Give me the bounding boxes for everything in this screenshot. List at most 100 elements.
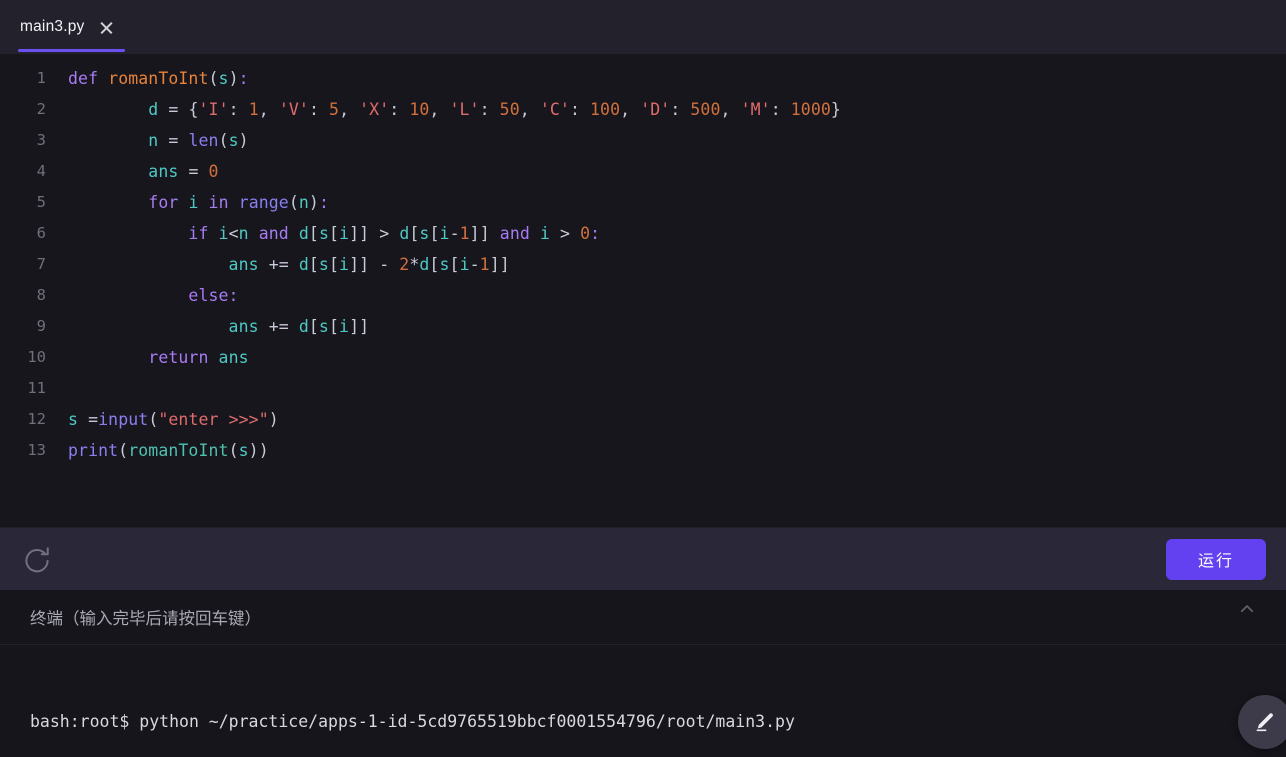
terminal-output[interactable]: bash:root$ python ~/practice/apps-1-id-5…	[0, 645, 1286, 757]
line-number: 6	[36, 224, 46, 242]
code-line-text: if i<n and d[s[i]] > d[s[i-1]] and i > 0…	[46, 218, 600, 249]
code-token: ))	[248, 441, 269, 460]
code-token: d	[298, 255, 309, 274]
code-line[interactable]: 6 if i<n and d[s[i]] > d[s[i-1]] and i >…	[0, 218, 1286, 249]
code-line[interactable]: 4 ans = 0	[0, 156, 1286, 187]
code-token: +=	[268, 255, 289, 274]
code-line[interactable]: 13 print(romanToInt(s))	[0, 435, 1286, 466]
code-token: s	[238, 441, 249, 460]
code-token: s	[228, 131, 239, 150]
code-token: [	[449, 255, 460, 274]
code-line-text: n = len(s)	[46, 125, 249, 156]
code-token: :	[479, 100, 500, 119]
code-line[interactable]: 2 d = {'I': 1, 'V': 5, 'X': 10, 'L': 50,…	[0, 94, 1286, 125]
code-token: :	[670, 100, 691, 119]
code-line[interactable]: 12 s =input("enter >>>")	[0, 404, 1286, 435]
code-token: 2	[399, 255, 410, 274]
code-line[interactable]: 5 for i in range(n):	[0, 187, 1286, 218]
code-token: ,	[720, 100, 741, 119]
code-line[interactable]: 10 return ans	[0, 342, 1286, 373]
code-token: 0	[208, 162, 219, 181]
line-number: 4	[36, 162, 46, 180]
code-token: s	[318, 224, 330, 243]
code-token: 500	[690, 100, 721, 119]
code-token: 1	[459, 224, 470, 243]
code-token: }	[830, 100, 841, 119]
code-token: [	[308, 224, 319, 243]
code-token: 'M'	[740, 100, 771, 119]
code-line-text: ans += d[s[i]]	[46, 311, 369, 342]
code-line[interactable]: 7 ans += d[s[i]] - 2*d[s[i-1]]	[0, 249, 1286, 280]
code-token: range	[238, 193, 289, 212]
run-toolbar: 运行	[0, 527, 1286, 590]
code-token: *	[409, 255, 420, 274]
code-token: ,	[339, 100, 360, 119]
pencil-icon[interactable]	[1238, 695, 1286, 749]
code-token: )	[238, 131, 249, 150]
code-token: and	[258, 224, 289, 243]
code-token: s	[318, 255, 329, 274]
code-token: ans	[228, 317, 259, 336]
code-token: def	[68, 69, 99, 88]
code-line-text: ans += d[s[i]] - 2*d[s[i-1]]	[46, 249, 510, 280]
code-token: input	[98, 410, 149, 429]
code-line-text: s =input("enter >>>")	[46, 404, 279, 435]
terminal-header: 终端（输入完毕后请按回车键）	[0, 590, 1286, 645]
code-token: :	[228, 286, 239, 305]
code-token: s	[218, 69, 229, 88]
code-line-text: return ans	[46, 342, 249, 373]
code-token: n	[238, 224, 249, 243]
code-token: s	[68, 410, 79, 429]
code-token: [	[329, 224, 340, 243]
code-line[interactable]: 1 def romanToInt(s):	[0, 63, 1286, 94]
code-token: [	[308, 317, 319, 336]
code-token: >	[560, 224, 571, 243]
chevron-up-icon[interactable]	[1238, 600, 1256, 618]
code-token: 100	[590, 100, 621, 119]
code-line[interactable]: 9 ans += d[s[i]]	[0, 311, 1286, 342]
code-token: (	[288, 193, 299, 212]
run-button[interactable]: 运行	[1166, 538, 1266, 580]
close-icon[interactable]	[99, 20, 114, 35]
code-line[interactable]: 3 n = len(s)	[0, 125, 1286, 156]
code-line[interactable]: 8 else:	[0, 280, 1286, 311]
code-editor[interactable]: 1 def romanToInt(s): 2 d = {'I': 1, 'V': 5…	[0, 54, 1286, 527]
code-token: and	[499, 224, 530, 243]
code-token: :	[308, 100, 330, 119]
code-token: ]]	[349, 255, 370, 274]
line-number: 10	[27, 348, 46, 366]
code-token: i	[539, 224, 550, 243]
code-token: i	[339, 224, 350, 243]
code-line-text: for i in range(n):	[46, 187, 329, 218]
code-token: =	[88, 410, 99, 429]
code-token: s	[318, 317, 329, 336]
code-token: else	[188, 286, 229, 305]
code-token: ,	[620, 100, 641, 119]
code-line-text: d = {'I': 1, 'V': 5, 'X': 10, 'L': 50, '…	[46, 94, 841, 125]
refresh-icon[interactable]	[22, 544, 52, 574]
tab-main3-py[interactable]: main3.py	[0, 0, 128, 54]
code-token: if	[188, 224, 209, 243]
code-line[interactable]: 11	[0, 373, 1286, 404]
code-token: "enter >>>"	[158, 410, 269, 429]
line-number: 9	[36, 317, 46, 335]
python-online-ide: main3.py 1 def romanToInt(s): 2 d = {'I': …	[0, 0, 1286, 757]
code-token: [	[429, 224, 440, 243]
